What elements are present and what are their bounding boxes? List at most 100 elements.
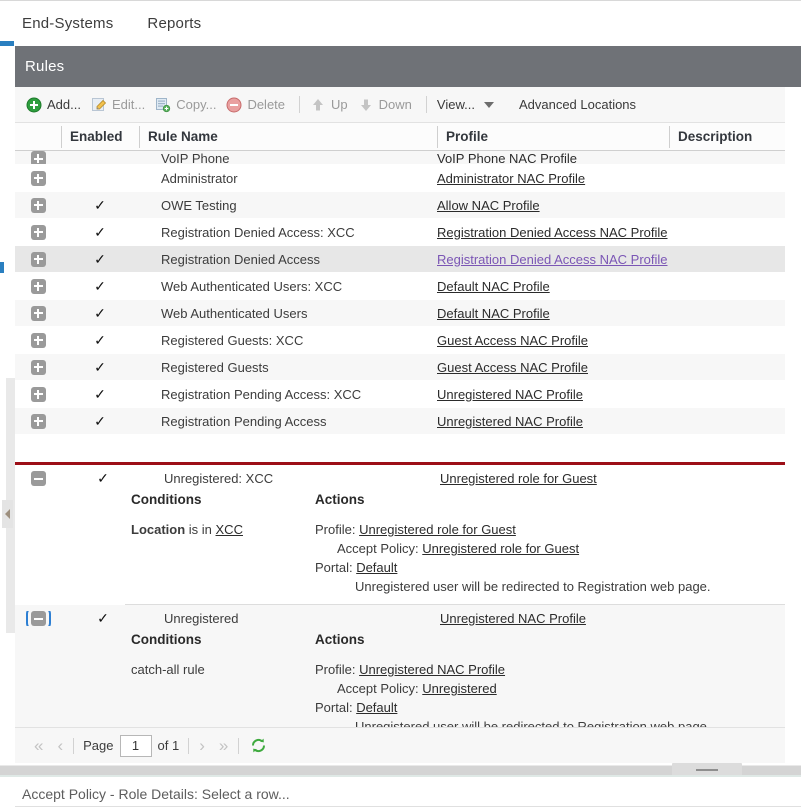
expand-plus-icon[interactable] xyxy=(30,170,46,186)
table-row[interactable]: ✓ OWE Testing Allow NAC Profile xyxy=(15,192,785,219)
expand-plus-icon[interactable] xyxy=(30,224,46,240)
table-row[interactable]: VoIP Phone VoIP Phone NAC Profile xyxy=(15,151,785,165)
row-expander-cell[interactable] xyxy=(15,305,61,321)
conditions-column: Conditions Location is in XCC xyxy=(15,492,313,596)
row-expander-cell[interactable] xyxy=(15,386,61,402)
move-up-button[interactable]: Up xyxy=(307,95,355,115)
table-row[interactable]: ✓ Web Authenticated Users: XCC Default N… xyxy=(15,273,785,300)
profile-link[interactable]: Administrator NAC Profile xyxy=(437,171,585,186)
expand-plus-icon[interactable] xyxy=(30,359,46,375)
row-expander-cell[interactable] xyxy=(15,224,61,240)
expand-plus-icon[interactable] xyxy=(30,332,46,348)
column-header-description[interactable]: Description xyxy=(669,125,785,148)
column-header-expand[interactable] xyxy=(15,126,61,148)
expanded-rule-header-row[interactable]: ✓ Unregistered: XCC Unregistered role fo… xyxy=(15,465,785,492)
profile-link[interactable]: Unregistered NAC Profile xyxy=(440,611,586,626)
action-profile-link[interactable]: Unregistered NAC Profile xyxy=(359,662,505,677)
expand-plus-icon[interactable] xyxy=(30,151,46,164)
table-row[interactable]: ✓ Web Authenticated Users Default NAC Pr… xyxy=(15,300,785,327)
profile-link[interactable]: Unregistered NAC Profile xyxy=(437,387,583,402)
last-page-button[interactable]: » xyxy=(212,737,235,754)
table-row[interactable]: ✓ Registration Pending Access Unregister… xyxy=(15,408,785,435)
move-up-button-label: Up xyxy=(331,97,348,112)
expand-plus-icon[interactable] xyxy=(30,278,46,294)
tab-reports[interactable]: Reports xyxy=(147,15,201,32)
previous-page-button[interactable]: ‹ xyxy=(50,737,70,754)
top-tab-strip: End-Systems Reports xyxy=(0,0,801,46)
row-rule-name-cell: OWE Testing xyxy=(161,197,237,213)
row-enabled-cell: ✓ xyxy=(97,470,109,486)
expand-plus-icon[interactable] xyxy=(30,305,46,321)
profile-link[interactable]: Registration Denied Access NAC Profile xyxy=(437,225,668,240)
view-menu-button[interactable]: View... xyxy=(434,95,501,114)
profile-link[interactable]: VoIP Phone NAC Profile xyxy=(437,151,577,164)
actions-header: Actions xyxy=(315,632,365,647)
top-tabs: End-Systems Reports xyxy=(0,1,801,46)
row-expander-cell[interactable] xyxy=(15,359,61,375)
tab-end-systems[interactable]: End-Systems xyxy=(22,15,113,32)
table-row-selected[interactable]: ✓ Registration Denied Access Registratio… xyxy=(15,246,785,273)
move-down-button[interactable]: Down xyxy=(355,95,419,115)
row-expander-cell[interactable] xyxy=(15,278,61,294)
action-accept-policy-label: Accept Policy: xyxy=(337,541,423,556)
profile-link[interactable]: Registration Denied Access NAC Profile xyxy=(437,252,668,267)
rail-accent-marker xyxy=(0,262,4,273)
expand-plus-icon[interactable] xyxy=(30,413,46,429)
row-collapse-cell[interactable] xyxy=(15,611,64,626)
action-accept-policy-line: Accept Policy: Unregistered xyxy=(315,679,785,698)
action-profile-link[interactable]: Unregistered role for Guest xyxy=(359,522,516,537)
table-row[interactable]: ✓ Registered Guests: XCC Guest Access NA… xyxy=(15,327,785,354)
expanded-rule-detail: Conditions catch-all rule Actions Profil… xyxy=(15,632,785,727)
table-row[interactable]: ✓ Registration Pending Access: XCC Unreg… xyxy=(15,381,785,408)
table-row[interactable]: ✓ Registered Guests Guest Access NAC Pro… xyxy=(15,354,785,381)
conditions-column: Conditions catch-all rule xyxy=(15,632,313,727)
action-portal-link[interactable]: Default xyxy=(356,560,397,575)
first-page-button[interactable]: « xyxy=(27,737,50,754)
column-header-profile[interactable]: Profile xyxy=(437,125,669,148)
action-accept-policy-link[interactable]: Unregistered xyxy=(422,681,496,696)
table-row[interactable]: Administrator Administrator NAC Profile xyxy=(15,165,785,192)
action-portal-label: Portal: xyxy=(315,700,357,715)
action-portal-link[interactable]: Default xyxy=(356,700,397,715)
action-profile-line: Profile: Unregistered NAC Profile xyxy=(315,660,785,679)
row-expander-cell[interactable] xyxy=(15,170,61,186)
action-profile-label: Profile: xyxy=(315,522,360,537)
profile-link[interactable]: Default NAC Profile xyxy=(437,306,550,321)
collapse-minus-icon[interactable] xyxy=(31,471,46,486)
expand-plus-icon[interactable] xyxy=(30,251,46,267)
panel-splitter[interactable] xyxy=(0,763,801,777)
page-number-input[interactable] xyxy=(119,734,152,757)
profile-link[interactable]: Guest Access NAC Profile xyxy=(437,333,588,348)
delete-button[interactable]: Delete xyxy=(223,95,292,115)
row-expander-cell[interactable] xyxy=(15,151,61,164)
collapse-panel-button[interactable] xyxy=(2,500,13,528)
column-header-enabled[interactable]: Enabled xyxy=(61,125,139,148)
row-collapse-cell[interactable] xyxy=(15,471,64,486)
advanced-locations-button[interactable]: Advanced Locations xyxy=(519,97,636,112)
row-enabled-cell: ✓ xyxy=(94,331,106,348)
add-button[interactable]: Add... xyxy=(23,95,88,115)
profile-link[interactable]: Allow NAC Profile xyxy=(437,198,540,213)
expanded-rule-header-row[interactable]: ✓ Unregistered Unregistered NAC Profile xyxy=(15,605,785,632)
action-accept-policy-link[interactable]: Unregistered role for Guest xyxy=(422,541,579,556)
condition-value-link[interactable]: XCC xyxy=(216,522,243,537)
actions-column: Actions Profile: Unregistered NAC Profil… xyxy=(313,632,785,727)
copy-button[interactable]: Copy... xyxy=(152,95,223,115)
profile-link[interactable]: Unregistered role for Guest xyxy=(440,471,597,486)
refresh-icon[interactable] xyxy=(250,737,267,754)
expand-plus-icon[interactable] xyxy=(30,386,46,402)
profile-link[interactable]: Unregistered NAC Profile xyxy=(437,414,583,429)
table-row[interactable]: ✓ Registration Denied Access: XCC Regist… xyxy=(15,219,785,246)
collapse-minus-icon[interactable] xyxy=(26,611,51,626)
next-page-button[interactable]: › xyxy=(192,737,212,754)
row-expander-cell[interactable] xyxy=(15,251,61,267)
row-expander-cell[interactable] xyxy=(15,197,61,213)
row-expander-cell[interactable] xyxy=(15,332,61,348)
profile-link[interactable]: Guest Access NAC Profile xyxy=(437,360,588,375)
row-expander-cell[interactable] xyxy=(15,413,61,429)
edit-button[interactable]: Edit... xyxy=(88,95,152,115)
expand-plus-icon[interactable] xyxy=(30,197,46,213)
profile-link[interactable]: Default NAC Profile xyxy=(437,279,550,294)
column-header-rule-name[interactable]: Rule Name xyxy=(139,125,437,148)
row-enabled-cell: ✓ xyxy=(94,385,106,402)
